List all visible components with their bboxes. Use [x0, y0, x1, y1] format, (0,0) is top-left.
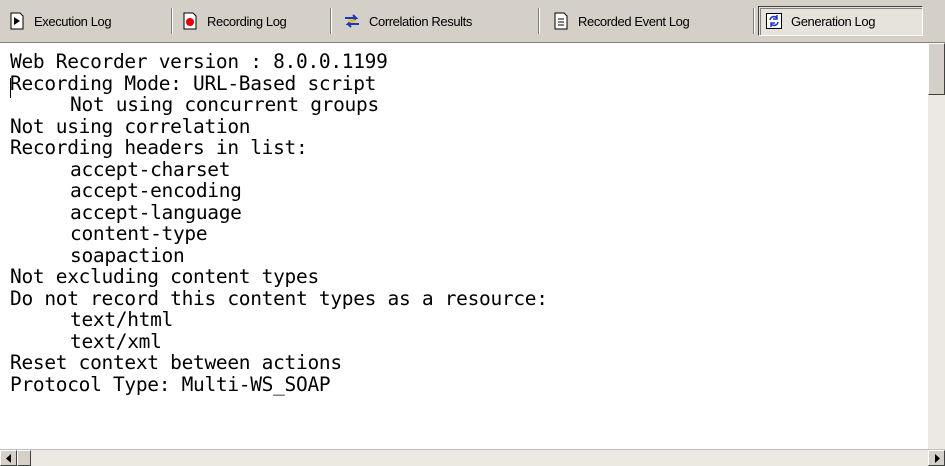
tab-separator: [753, 8, 755, 34]
log-line: soapaction: [70, 243, 185, 267]
document-icon: [552, 12, 570, 30]
tab-strip: Execution Log Recording Log Correlation …: [0, 0, 945, 42]
log-text-area[interactable]: Web Recorder version : 8.0.0.1199 Recordi…: [10, 51, 915, 449]
arrow-left-icon: [6, 454, 11, 463]
scroll-left-button[interactable]: [0, 450, 17, 466]
log-line: Protocol Type: Multi-WS_SOAP: [10, 372, 331, 396]
tab-recorded-event-log[interactable]: Recorded Event Log: [552, 6, 744, 36]
tab-generation-log[interactable]: Generation Log: [758, 6, 923, 36]
tab-label: Recorded Event Log: [578, 13, 690, 29]
log-line: Do not record this content types as a re…: [10, 286, 548, 310]
log-line: Not excluding content types: [10, 265, 319, 288]
log-line: text/html: [70, 308, 173, 331]
log-line: Reset context between actions: [10, 351, 342, 374]
text-caret: [10, 78, 11, 98]
vertical-scroll-thumb[interactable]: [928, 43, 945, 95]
tab-separator: [330, 8, 332, 34]
log-line: Not using concurrent groups: [70, 93, 379, 116]
log-line: text/xml: [70, 329, 162, 353]
refresh-page-icon: [765, 12, 783, 30]
tab-label: Correlation Results: [369, 13, 472, 29]
log-line: Recording headers in list:: [10, 136, 308, 159]
tab-recording-log[interactable]: Recording Log: [181, 6, 315, 36]
arrow-right-icon: [935, 454, 940, 463]
tab-label: Recording Log: [207, 13, 287, 29]
play-page-icon: [8, 12, 26, 30]
tab-execution-log[interactable]: Execution Log: [8, 6, 156, 36]
horizontal-scroll-thumb[interactable]: [17, 450, 31, 466]
log-line: accept-encoding: [70, 179, 242, 202]
log-line: accept-charset: [70, 157, 231, 181]
record-page-icon: [181, 12, 199, 30]
tab-separator: [171, 8, 173, 34]
vertical-scrollbar[interactable]: [928, 43, 945, 449]
swap-arrows-icon: [343, 12, 361, 30]
generation-log-pane[interactable]: Web Recorder version : 8.0.0.1199 Recordi…: [0, 42, 945, 466]
scroll-right-button[interactable]: [928, 450, 945, 466]
log-line: accept-language: [70, 200, 242, 224]
log-line: Not using correlation: [10, 114, 251, 138]
log-line: Recording Mode: URL-Based script: [10, 71, 377, 95]
log-line: content-type: [70, 222, 208, 245]
log-line: Web Recorder version : 8.0.0.1199: [10, 51, 388, 73]
tab-label: Execution Log: [34, 13, 112, 29]
tab-correlation-results[interactable]: Correlation Results: [343, 6, 523, 36]
tab-separator: [538, 8, 540, 34]
tab-label: Generation Log: [791, 13, 876, 29]
horizontal-scrollbar[interactable]: [0, 449, 945, 466]
